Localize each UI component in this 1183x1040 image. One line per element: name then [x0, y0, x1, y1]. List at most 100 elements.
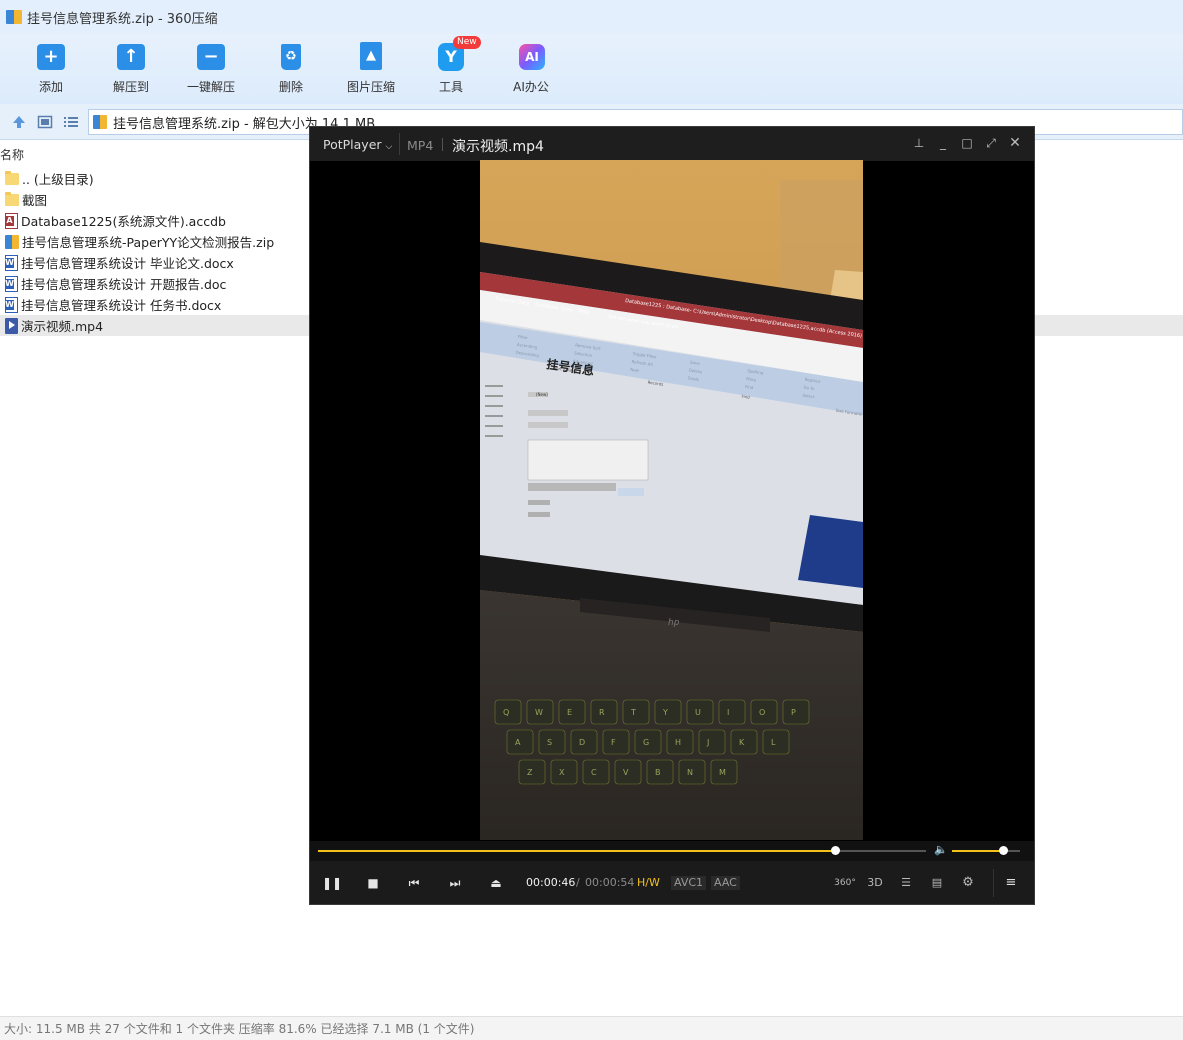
archive-icon — [93, 115, 107, 129]
image-compress-icon: ▲ — [355, 40, 387, 72]
keyboard-key — [718, 699, 746, 725]
keyboard-key-label: Z — [527, 768, 533, 777]
keyboard-key-label: P — [791, 708, 796, 717]
tools-button[interactable]: Y New 工具 — [411, 36, 491, 100]
player-menu-button[interactable]: PotPlayer ⌵ — [323, 137, 392, 152]
keyboard-key-label: U — [695, 708, 701, 717]
word-file-icon — [5, 275, 18, 292]
keyboard-key-label: S — [547, 738, 552, 747]
keyboard-key-label: A — [515, 738, 521, 747]
word-file-icon — [5, 254, 18, 271]
keyboard-key-label: Q — [503, 708, 509, 717]
keyboard-key — [782, 699, 810, 725]
keyboard-key-label: I — [727, 708, 729, 717]
menu-icon[interactable]: ≡ — [1000, 873, 1022, 893]
folder-icon — [5, 191, 19, 206]
keyboard-key-label: M — [719, 768, 726, 777]
subtitle-icon[interactable]: ▤ — [926, 873, 948, 893]
previous-icon[interactable]: ⏮ — [404, 873, 424, 893]
access-file-icon — [5, 212, 18, 229]
word-file-icon — [5, 296, 18, 313]
keyboard-key — [622, 699, 650, 725]
keyboard-key — [602, 729, 630, 755]
360-view-button[interactable]: 360° — [834, 873, 856, 893]
delete-button[interactable]: ♻ 删除 — [251, 40, 331, 100]
video-frame[interactable]: Database1225 : Database- C:\Users\Admini… — [480, 160, 863, 840]
minimize-icon[interactable]: _ — [936, 136, 950, 150]
video-codec-tag[interactable]: AVC1 — [671, 876, 707, 890]
image-compress-button[interactable]: ▲ 图片压缩 — [331, 40, 411, 100]
keyboard-key-label: T — [630, 708, 636, 717]
video-frame-image: Database1225 : Database- C:\Users\Admini… — [480, 160, 863, 840]
keyboard-key-label: G — [643, 738, 649, 747]
eject-icon[interactable]: ⏏ — [486, 873, 506, 893]
add-file-icon: + — [35, 40, 67, 72]
tools-icon: Y New — [435, 36, 481, 72]
delete-icon: ♻ — [275, 40, 307, 72]
keyboard-key-label: J — [706, 738, 709, 747]
keyboard-key-label: B — [655, 768, 661, 777]
keyboard-key-label: Y — [662, 708, 668, 717]
keyboard-key-label: N — [687, 768, 693, 777]
keyboard-key-label: F — [611, 738, 616, 747]
extract-to-icon: ↑ — [115, 40, 147, 72]
fullscreen-icon[interactable]: ⤢ — [984, 136, 998, 150]
extract-to-button[interactable]: ↑ 解压到 — [91, 40, 171, 100]
svg-text:(New): (New) — [536, 392, 548, 397]
player-format: MP4 — [407, 138, 434, 153]
thumbnail-view-icon[interactable] — [37, 114, 53, 130]
time-separator: / — [576, 876, 580, 889]
keyboard-key — [698, 729, 726, 755]
keyboard-key — [654, 699, 682, 725]
window-title: 挂号信息管理系统.zip - 360压缩 — [27, 11, 218, 27]
maximize-icon[interactable]: □ — [960, 136, 974, 150]
video-file-icon — [5, 317, 18, 334]
ai-office-button[interactable]: AI AI办公 — [491, 40, 571, 100]
one-click-extract-button[interactable]: − 一键解压 — [171, 40, 251, 100]
volume-icon[interactable]: 🔈 — [934, 843, 948, 856]
seek-area: 🔈 — [310, 841, 1034, 861]
toolbar: + 添加 ↑ 解压到 − 一键解压 ♻ 删除 ▲ 图片压缩 Y New 工具 A… — [0, 34, 1183, 104]
volume-handle[interactable] — [999, 846, 1008, 855]
status-bar: 大小: 11.5 MB 共 27 个文件和 1 个文件夹 压缩率 81.6% 已… — [0, 1016, 1183, 1040]
keyboard-key-label: X — [559, 768, 565, 777]
keyboard-key-label: W — [535, 708, 543, 717]
folder-icon — [5, 170, 19, 185]
keyboard-key-label: R — [599, 708, 605, 717]
column-header-name[interactable]: 名称 — [0, 146, 24, 163]
keyboard-key — [762, 729, 790, 755]
archive-icon — [6, 10, 22, 24]
stop-icon[interactable]: ■ — [363, 873, 383, 893]
svg-text:hp: hp — [668, 618, 680, 628]
list-view-icon[interactable] — [63, 114, 79, 130]
keyboard-key-label: K — [739, 738, 745, 747]
keyboard-key-label: L — [771, 738, 776, 747]
settings-gear-icon[interactable]: ⚙ — [957, 873, 979, 893]
keyboard-key-label: D — [579, 738, 585, 747]
pin-icon[interactable]: ⊥ — [912, 136, 926, 150]
3d-button[interactable]: 3D — [864, 873, 886, 893]
title-bar: 挂号信息管理系统.zip - 360压缩 — [0, 0, 1183, 34]
add-button[interactable]: + 添加 — [11, 40, 91, 100]
up-arrow-icon[interactable] — [11, 114, 27, 130]
zip-file-icon — [5, 234, 19, 249]
keyboard-key-label: V — [623, 768, 629, 777]
ai-office-icon: AI — [515, 40, 547, 72]
audio-codec-tag[interactable]: AAC — [711, 876, 740, 890]
new-badge: New — [453, 36, 481, 49]
player-title-bar[interactable]: PotPlayer ⌵ MP4 演示视频.mp4 ⊥ _ □ ⤢ ✕ — [310, 127, 1034, 161]
potplayer-window: PotPlayer ⌵ MP4 演示视频.mp4 ⊥ _ □ ⤢ ✕ Datab… — [309, 126, 1035, 905]
keyboard-key-label: E — [567, 708, 572, 717]
seek-progress — [318, 850, 835, 852]
playlist-search-icon[interactable]: ☰ — [895, 873, 917, 893]
seek-handle[interactable] — [830, 846, 840, 855]
keyboard-key-label: C — [591, 768, 597, 777]
close-icon[interactable]: ✕ — [1008, 136, 1022, 150]
current-time: 00:00:46 — [526, 876, 576, 889]
pause-icon[interactable]: ❚❚ — [322, 873, 342, 893]
hw-decode-tag[interactable]: H/W — [634, 876, 663, 890]
next-icon[interactable]: ⏭ — [445, 873, 465, 893]
one-click-extract-icon: − — [195, 40, 227, 72]
total-time: 00:00:54 — [585, 876, 635, 889]
status-text: 大小: 11.5 MB 共 27 个文件和 1 个文件夹 压缩率 81.6% 已… — [4, 1022, 475, 1036]
